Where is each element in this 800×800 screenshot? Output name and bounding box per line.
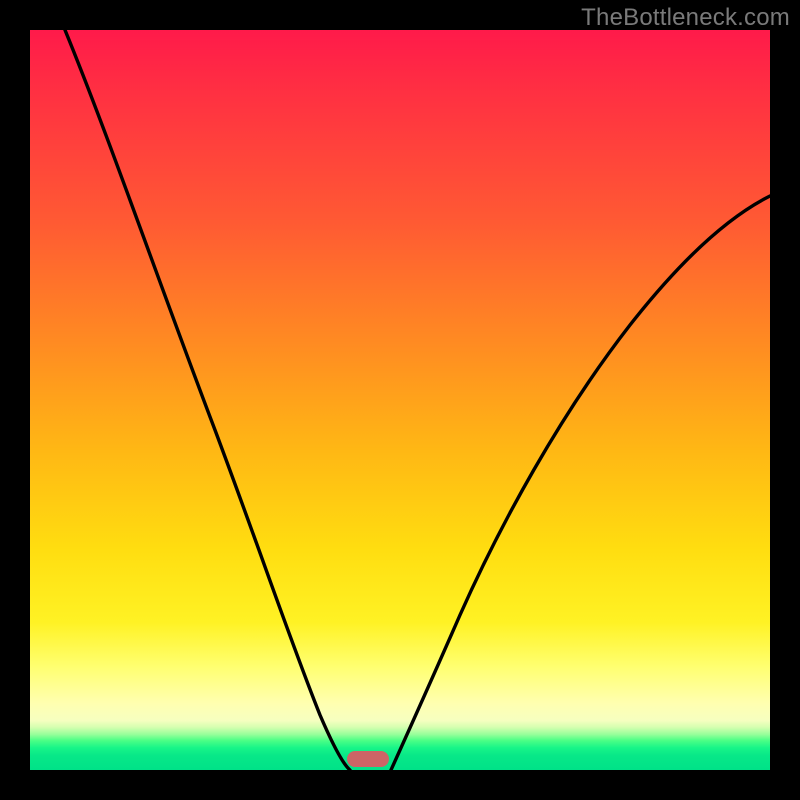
right-curve — [391, 196, 770, 770]
left-curve — [65, 30, 350, 770]
chart-frame: TheBottleneck.com — [0, 0, 800, 800]
curves-layer — [30, 30, 770, 770]
bottom-marker — [347, 751, 389, 767]
watermark-text: TheBottleneck.com — [581, 4, 790, 32]
plot-area — [30, 30, 770, 770]
